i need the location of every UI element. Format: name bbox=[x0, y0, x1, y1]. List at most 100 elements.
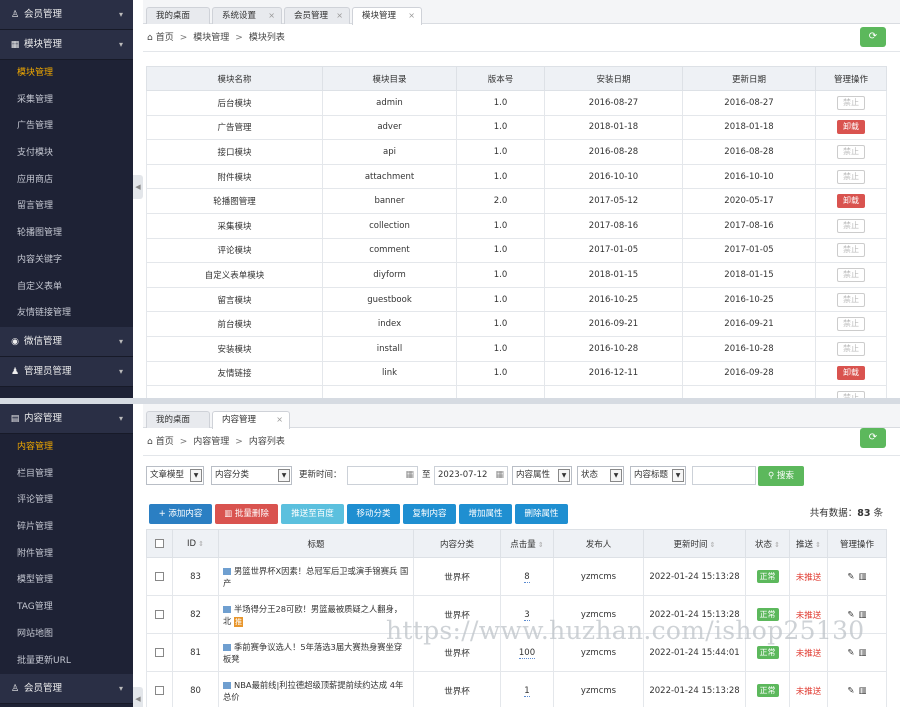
tab-item[interactable]: 系统设置 × bbox=[212, 7, 282, 24]
close-icon[interactable]: × bbox=[276, 412, 283, 428]
attr-select[interactable]: 内容属性 ▼ bbox=[512, 466, 572, 485]
sidebar-collapse-toggle[interactable]: ◀ bbox=[133, 687, 143, 707]
status-badge[interactable]: 正常 bbox=[756, 570, 779, 583]
close-icon[interactable]: × bbox=[268, 8, 275, 24]
sidebar-item[interactable]: 自定义表单 bbox=[0, 274, 133, 301]
sidebar-item[interactable]: 评论管理 bbox=[0, 487, 133, 514]
breadcrumb-item[interactable]: 模块管理 bbox=[193, 33, 229, 43]
sidebar-item[interactable]: 碎片管理 bbox=[0, 514, 133, 541]
model-select[interactable]: 文章模型 ▼ bbox=[146, 466, 204, 485]
select-all-checkbox[interactable] bbox=[155, 538, 164, 548]
sort-icon[interactable]: ⇕ bbox=[774, 541, 780, 549]
sidebar-item[interactable]: 附件管理 bbox=[0, 541, 133, 568]
breadcrumb-item[interactable]: 首页 bbox=[156, 33, 174, 43]
tab-item[interactable]: 内容管理 × bbox=[212, 411, 290, 429]
sidebar-item[interactable]: 模块管理 bbox=[0, 60, 133, 87]
row-checkbox[interactable] bbox=[155, 647, 164, 657]
action-button[interactable]: ▥ 批量删除 bbox=[215, 504, 278, 524]
title-link[interactable]: 季前赛争议选人！5年落选3届大赛热身赛坐穿板凳 bbox=[223, 642, 402, 664]
sidebar-item[interactable]: 应用商店 bbox=[0, 167, 133, 194]
status-badge[interactable]: 正常 bbox=[756, 646, 779, 659]
disable-button[interactable]: 禁止 bbox=[837, 144, 865, 159]
clicks-value[interactable]: 1 bbox=[524, 685, 530, 697]
action-button[interactable]: 删除属性 bbox=[515, 504, 568, 524]
action-button[interactable]: 推送至百度 bbox=[281, 504, 344, 524]
sidebar-collapse-toggle[interactable]: ◀ bbox=[133, 175, 143, 199]
sidebar-group[interactable]: ♙ 会员管理 ▾ bbox=[0, 0, 133, 30]
title-link[interactable]: 男篮世界杯X因素！总冠军后卫或演手锦赛兵 国产 bbox=[223, 566, 408, 588]
sort-icon[interactable]: ⇕ bbox=[815, 541, 821, 549]
uninstall-button[interactable]: 卸载 bbox=[837, 366, 865, 381]
refresh-button[interactable]: ⟳ bbox=[860, 428, 886, 448]
title-link[interactable]: NBA最前线|利拉德超级顶薪提前续约达成 4年总价 bbox=[223, 680, 403, 702]
refresh-button[interactable]: ⟳ bbox=[860, 27, 886, 47]
disable-button[interactable]: 禁止 bbox=[837, 95, 865, 110]
disable-button[interactable]: 禁止 bbox=[837, 243, 865, 258]
tab-item[interactable]: 模块管理 × bbox=[352, 7, 422, 25]
disable-button[interactable]: 禁止 bbox=[837, 341, 865, 356]
clicks-value[interactable]: 8 bbox=[524, 571, 530, 583]
uninstall-button[interactable]: 卸载 bbox=[837, 194, 865, 209]
edit-icon[interactable]: ✎ bbox=[847, 648, 854, 658]
edit-icon[interactable]: ✎ bbox=[847, 686, 854, 696]
disable-button[interactable]: 禁止 bbox=[837, 267, 865, 282]
status-select[interactable]: 状态 ▼ bbox=[577, 466, 624, 485]
disable-button[interactable]: 禁止 bbox=[837, 292, 865, 307]
sort-icon[interactable]: ⇕ bbox=[538, 541, 544, 549]
sidebar-item[interactable]: 友情链接管理 bbox=[0, 300, 133, 327]
edit-icon[interactable]: ✎ bbox=[847, 572, 854, 582]
start-date-input[interactable]: ▦ bbox=[347, 466, 418, 485]
sidebar-item[interactable]: 轮播图管理 bbox=[0, 220, 133, 247]
sidebar-item[interactable]: 留言管理 bbox=[0, 193, 133, 220]
action-button-label: 批量删除 bbox=[234, 509, 269, 519]
sidebar-item[interactable]: 广告管理 bbox=[0, 113, 133, 140]
sort-icon[interactable]: ⇕ bbox=[710, 541, 716, 549]
row-checkbox[interactable] bbox=[155, 609, 164, 619]
row-checkbox[interactable] bbox=[155, 685, 164, 695]
tab-item[interactable]: 会员管理 × bbox=[284, 7, 350, 24]
action-button[interactable]: 复制内容 bbox=[403, 504, 456, 524]
disable-button[interactable]: 禁止 bbox=[837, 169, 865, 184]
search-button[interactable]: ⚲ 搜索 bbox=[758, 466, 804, 486]
close-icon[interactable]: × bbox=[408, 8, 415, 24]
sidebar-item[interactable]: 模型管理 bbox=[0, 567, 133, 594]
end-date-input[interactable]: 2023-07-12 ▦ bbox=[434, 466, 508, 485]
delete-icon[interactable]: ▥ bbox=[859, 686, 867, 696]
sidebar-item[interactable]: 内容关键字 bbox=[0, 247, 133, 274]
disable-button[interactable]: 禁止 bbox=[837, 317, 865, 332]
row-checkbox[interactable] bbox=[155, 571, 164, 581]
tab-item[interactable]: 我的桌面 bbox=[146, 7, 210, 24]
breadcrumb-item: 内容列表 bbox=[248, 437, 285, 447]
sidebar-group[interactable]: ▤ 内容管理 ▾ bbox=[0, 404, 133, 434]
disable-button[interactable]: 禁止 bbox=[837, 390, 865, 398]
sidebar-item[interactable]: 支付模块 bbox=[0, 140, 133, 167]
sidebar-group[interactable]: ▦ 模块管理 ▾ bbox=[0, 30, 133, 60]
status-badge[interactable]: 正常 bbox=[756, 684, 779, 697]
action-button[interactable]: 增加属性 bbox=[459, 504, 512, 524]
sort-icon[interactable]: ⇕ bbox=[198, 540, 204, 548]
sidebar-item[interactable]: 批量更新URL bbox=[0, 648, 133, 675]
breadcrumb-item[interactable]: 内容管理 bbox=[193, 437, 229, 447]
title-field-select[interactable]: 内容标题 ▼ bbox=[630, 466, 686, 485]
category-select[interactable]: 内容分类 ▼ bbox=[211, 466, 292, 485]
action-button[interactable]: + 添加内容 bbox=[149, 504, 212, 524]
tab-item[interactable]: 我的桌面 bbox=[146, 411, 210, 428]
sidebar-group[interactable]: ♟ 管理员管理 ▾ bbox=[0, 356, 133, 387]
sidebar-item[interactable]: 采集管理 bbox=[0, 87, 133, 114]
keyword-input[interactable] bbox=[692, 466, 756, 485]
sidebar-item[interactable]: TAG管理 bbox=[0, 594, 133, 621]
sidebar-item[interactable]: 栏目管理 bbox=[0, 461, 133, 488]
title-link[interactable]: 半场得分王28可欧！男篮最被质疑之人翻身，北 bbox=[223, 604, 402, 626]
delete-icon[interactable]: ▥ bbox=[859, 572, 867, 582]
disable-button[interactable]: 禁止 bbox=[837, 218, 865, 233]
close-icon[interactable]: × bbox=[336, 8, 343, 24]
breadcrumb-item[interactable]: 首页 bbox=[156, 437, 174, 447]
sidebar-group[interactable]: ◉ 微信管理 ▾ bbox=[0, 326, 133, 357]
sidebar-item[interactable]: 内容管理 bbox=[0, 434, 133, 461]
sidebar-group[interactable]: ♙ 会员管理 ▾ bbox=[0, 674, 133, 705]
clicks-value[interactable]: 100 bbox=[518, 647, 536, 659]
sidebar-item[interactable]: 网站地图 bbox=[0, 621, 133, 648]
uninstall-button[interactable]: 卸载 bbox=[837, 120, 865, 135]
action-button[interactable]: 移动分类 bbox=[347, 504, 400, 524]
delete-icon[interactable]: ▥ bbox=[859, 648, 867, 658]
